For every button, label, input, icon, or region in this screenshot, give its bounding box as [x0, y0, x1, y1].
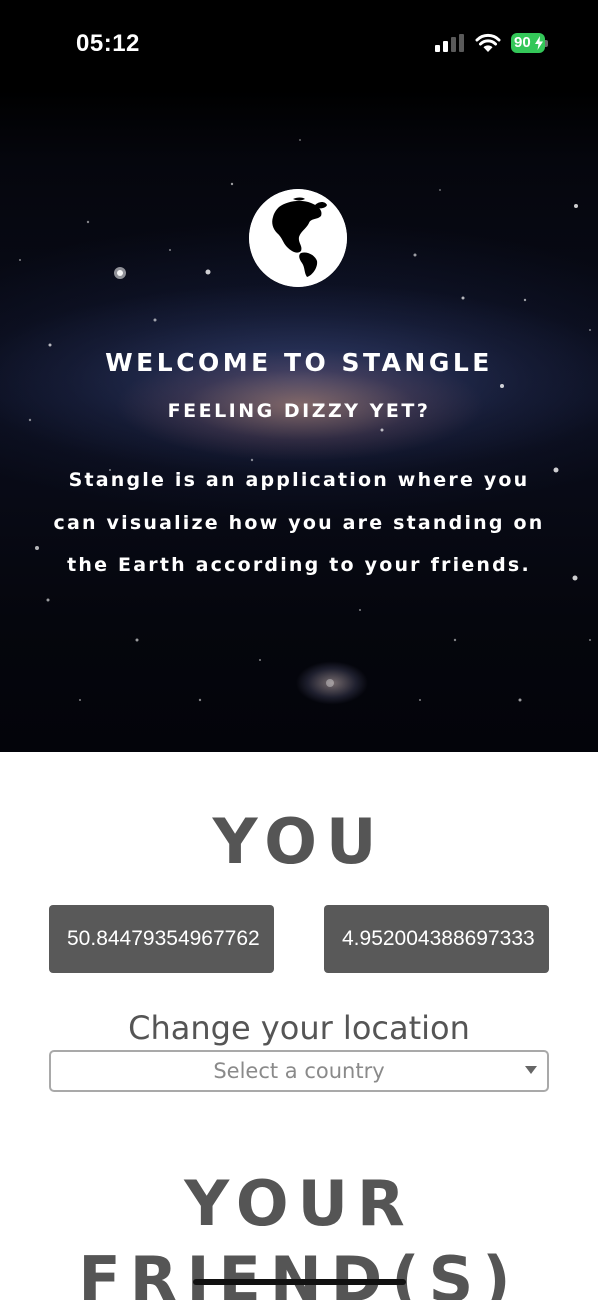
stangle-screen: 05:12 90 WELCOME TO STANGLE FEELING DIZZ… [0, 0, 598, 1300]
country-select-placeholder: Select a country [213, 1059, 385, 1083]
globe-icon [249, 189, 347, 287]
hero-banner: 05:12 90 WELCOME TO STANGLE FEELING DIZZ… [0, 0, 598, 752]
welcome-subtitle: FEELING DIZZY YET? [167, 400, 431, 422]
cellular-signal-icon [435, 34, 464, 52]
status-icons: 90 [435, 33, 548, 53]
battery-cap [545, 39, 548, 47]
battery-charging-icon: 90 [511, 33, 548, 53]
chevron-down-icon [525, 1066, 537, 1074]
strikethrough-line [193, 1279, 406, 1285]
wifi-icon [475, 33, 501, 52]
friends-title-line2: FRIEND(S) [78, 1243, 520, 1300]
welcome-title: WELCOME TO STANGLE [105, 348, 493, 377]
country-select[interactable]: Select a country [49, 1050, 549, 1092]
longitude-input[interactable] [324, 905, 549, 973]
status-time: 05:12 [76, 30, 140, 57]
change-location-label: Change your location [128, 1009, 470, 1047]
charging-bolt-icon [535, 36, 543, 50]
app-description: Stangle is an application where you can … [53, 469, 545, 576]
you-section-title: YOU [212, 805, 386, 878]
friends-title-line1: YOUR [184, 1167, 414, 1240]
latitude-input[interactable] [49, 905, 274, 973]
